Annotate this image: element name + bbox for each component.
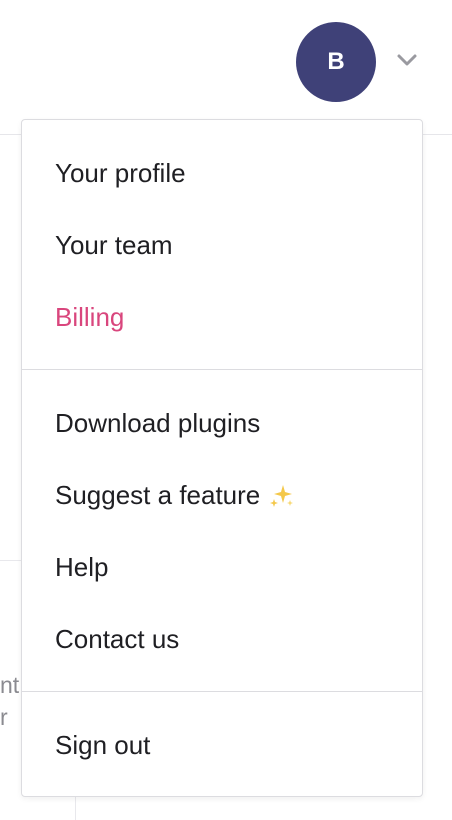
menu-item-help[interactable]: Help	[55, 547, 108, 587]
menu-divider	[22, 691, 422, 692]
menu-item-your-profile[interactable]: Your profile	[55, 153, 186, 193]
chevron-down-icon[interactable]	[394, 48, 420, 72]
background-text-fragment: r	[0, 704, 8, 730]
menu-item-billing[interactable]: Billing	[55, 297, 124, 337]
account-dropdown-menu: Your profile Your team Billing Download …	[21, 119, 423, 797]
menu-item-label: Suggest a feature	[55, 479, 261, 510]
menu-item-label: Your profile	[55, 157, 186, 188]
top-header: B	[0, 0, 452, 135]
menu-item-your-team[interactable]: Your team	[55, 225, 173, 265]
menu-item-label: Sign out	[55, 729, 151, 760]
menu-item-suggest-feature[interactable]: Suggest a feature	[55, 475, 296, 515]
menu-item-label: Contact us	[55, 623, 180, 654]
user-avatar[interactable]: B	[296, 22, 376, 102]
menu-item-download-plugins[interactable]: Download plugins	[55, 403, 260, 443]
menu-item-label: Your team	[55, 229, 173, 260]
menu-item-label: Download plugins	[55, 407, 261, 438]
menu-item-label: Billing	[55, 301, 125, 332]
sparkles-icon	[268, 482, 296, 510]
menu-item-contact-us[interactable]: Contact us	[55, 619, 179, 659]
avatar-initial: B	[327, 48, 345, 75]
menu-item-sign-out[interactable]: Sign out	[55, 725, 150, 765]
menu-divider	[22, 369, 422, 370]
background-text-fragment: nt	[0, 672, 20, 698]
menu-item-label: Help	[55, 551, 109, 582]
